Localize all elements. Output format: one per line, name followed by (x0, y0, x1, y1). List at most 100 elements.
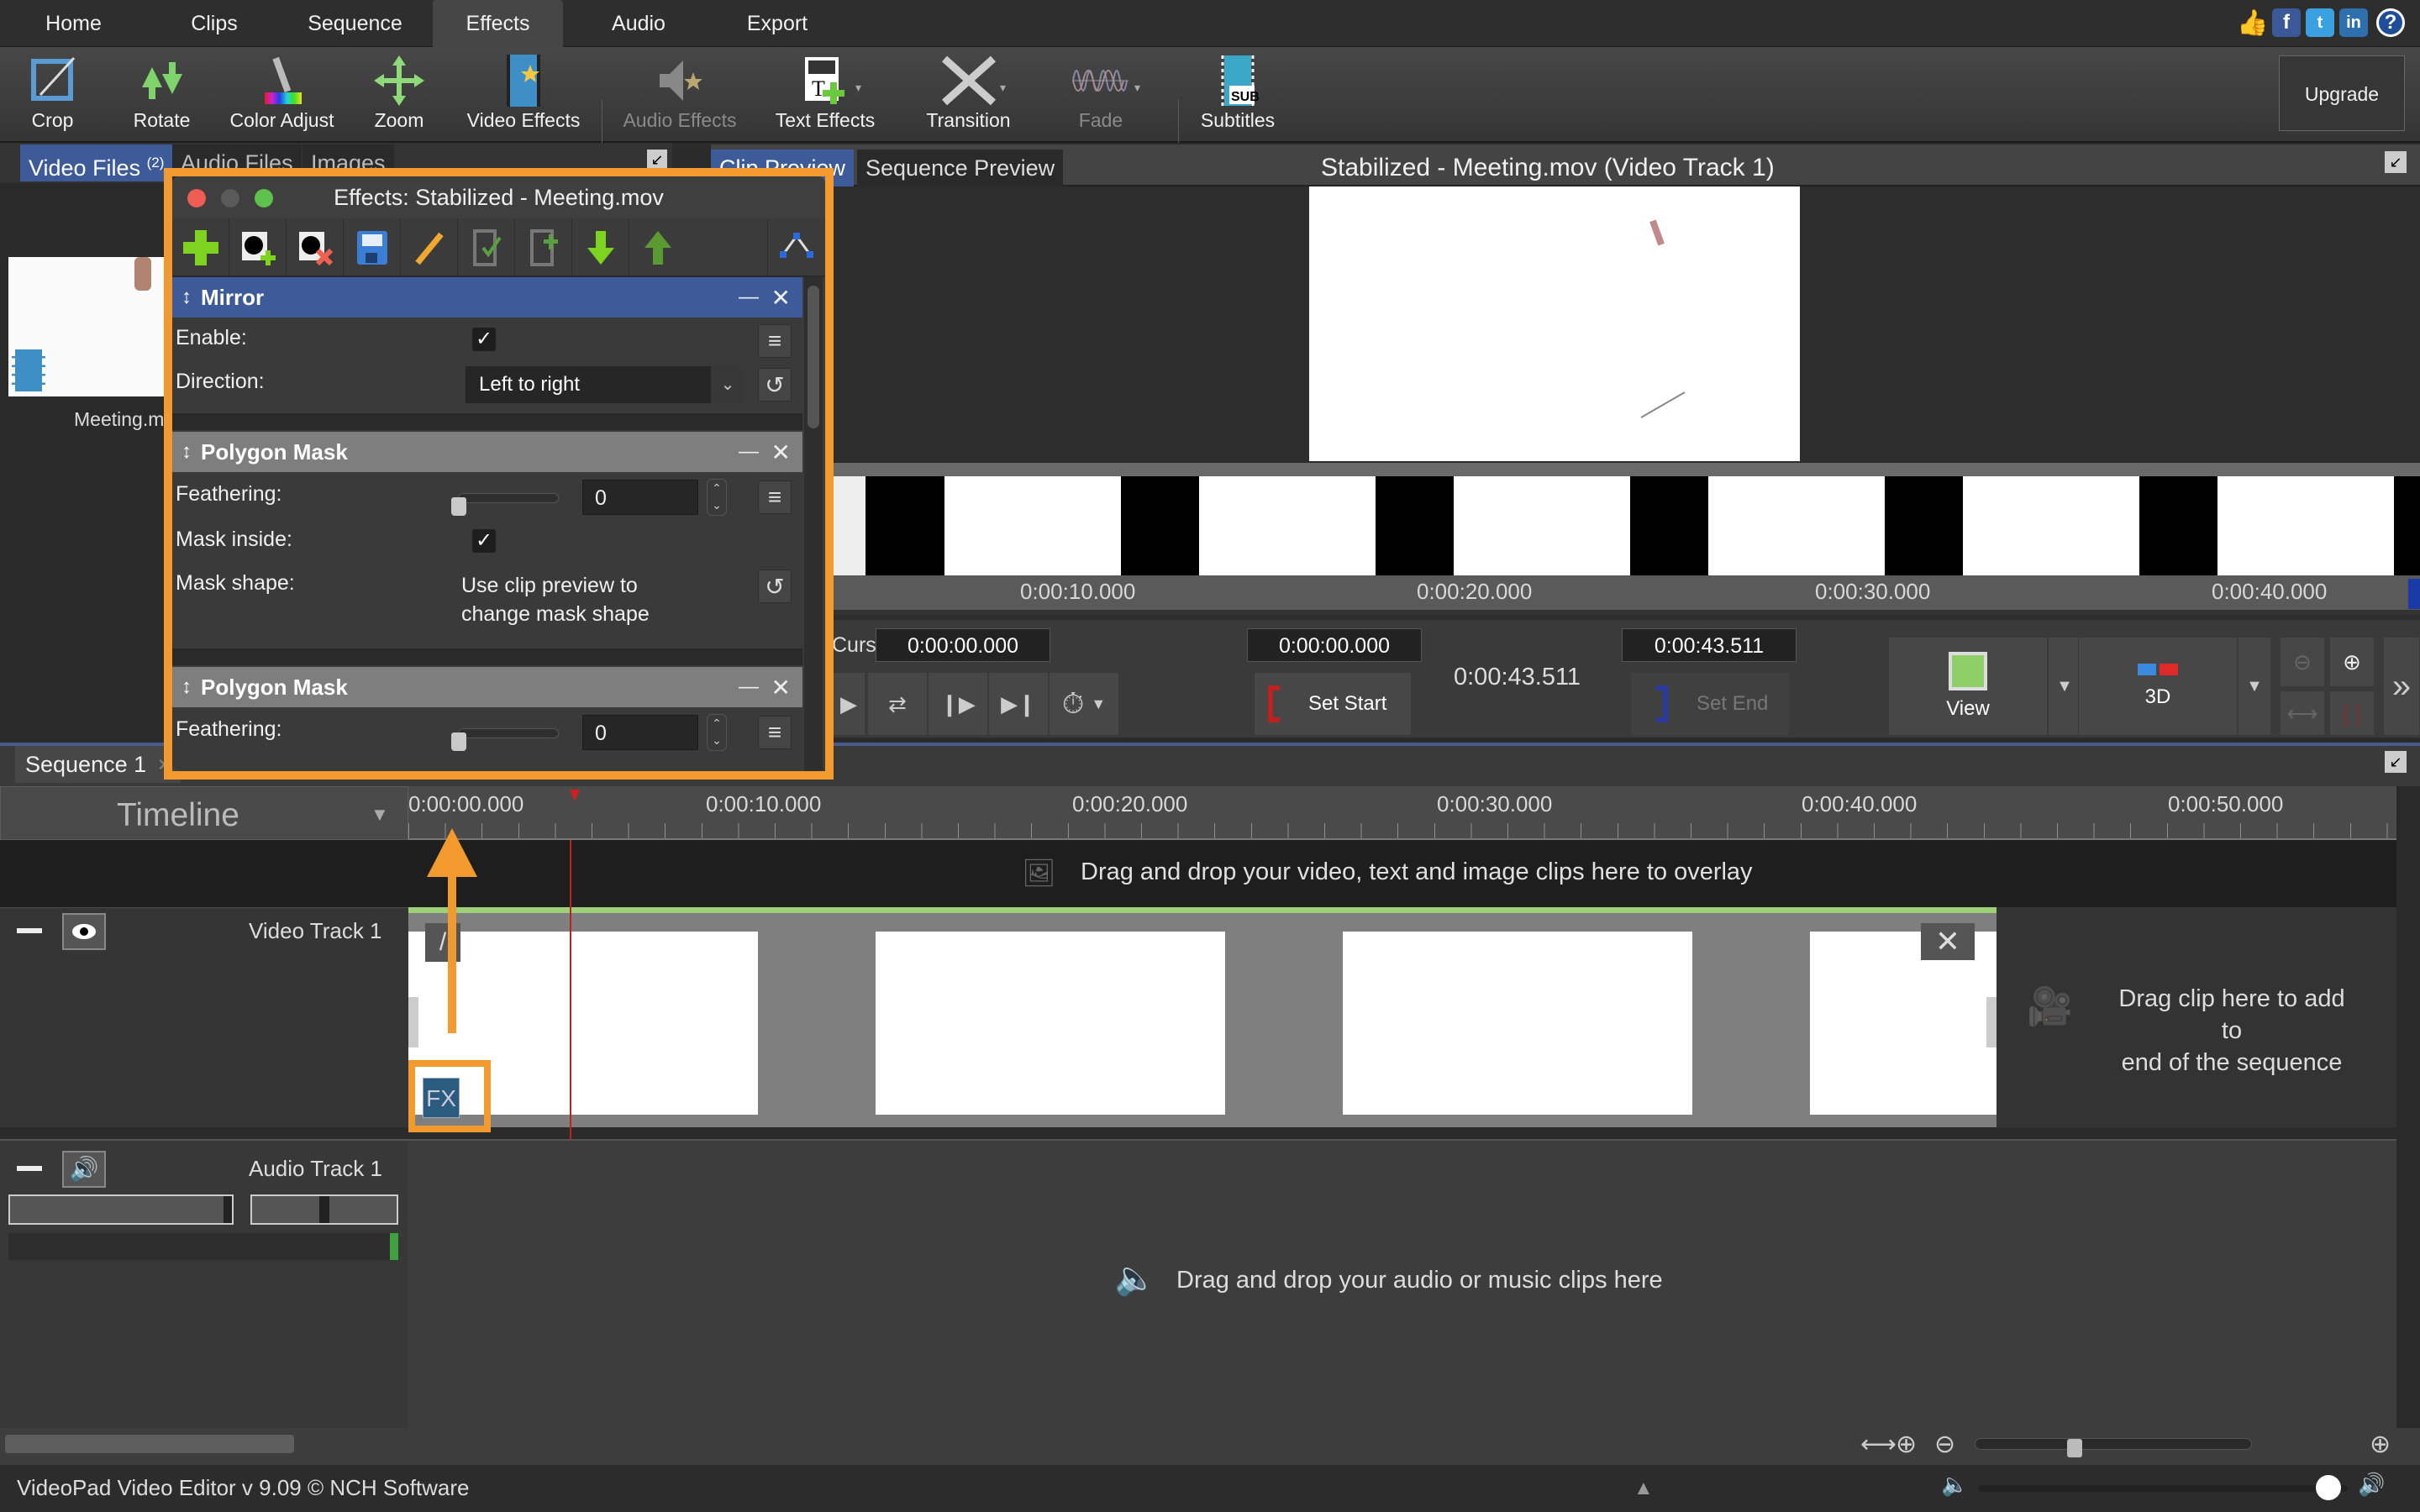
collapse-effect-icon[interactable]: — (739, 675, 759, 699)
undock-preview-icon[interactable]: ↙ (2385, 151, 2407, 173)
edit-effect-button[interactable] (401, 218, 458, 277)
clip-trim-handle-left[interactable] (408, 997, 418, 1047)
move-effect-down-button[interactable] (572, 218, 629, 277)
feathering-slider-thumb[interactable] (451, 732, 466, 751)
preview-ruler[interactable]: 0:00:10.000 0:00:20.000 0:00:30.000 0:00… (832, 575, 2420, 615)
save-effects-button[interactable] (344, 218, 401, 277)
effects-dialog-scrollbar[interactable] (804, 277, 823, 771)
end-marker[interactable] (2408, 579, 2420, 609)
collapse-effect-icon[interactable]: — (739, 286, 759, 309)
drag-handle-icon[interactable]: ↕ (172, 286, 201, 309)
3d-button[interactable]: 3D (2078, 637, 2238, 736)
feathering-slider[interactable] (458, 493, 559, 503)
feathering-slider-thumb[interactable] (451, 497, 466, 516)
transition-marker-icon[interactable]: ✕ (1921, 923, 1975, 960)
menu-tab-sequence[interactable]: Sequence (294, 0, 416, 47)
rotate-button[interactable]: Rotate (122, 52, 202, 139)
volume-slider[interactable] (8, 1194, 234, 1225)
pan-slider-thumb[interactable] (319, 1196, 329, 1223)
fit-width-button[interactable]: ⟷ (2280, 690, 2325, 736)
3d-dropdown[interactable]: ▼ (2238, 637, 2271, 736)
play-button[interactable]: ▶ (832, 672, 865, 736)
master-volume-thumb[interactable] (2315, 1475, 2341, 1500)
enable-checkbox[interactable]: ✓ (472, 328, 496, 351)
apply-to-clip-button[interactable] (458, 218, 515, 277)
timeline-zoom-slider[interactable] (1975, 1438, 2252, 1457)
collapse-audio-track-icon[interactable] (17, 1166, 42, 1171)
text-effects-dropdown-icon[interactable]: ▾ (855, 81, 861, 95)
menu-tab-home[interactable]: Home (17, 0, 130, 47)
loop-button[interactable]: ⇄ (867, 672, 928, 736)
end-time[interactable]: 0:00:43.511 (1622, 628, 1797, 662)
keyframe-button[interactable] (767, 218, 824, 277)
set-end-button[interactable]: Set End (1630, 672, 1790, 736)
effect-menu-button[interactable]: ≡ (758, 324, 792, 358)
start-time[interactable]: 0:00:00.000 (1247, 628, 1422, 662)
more-button[interactable]: » (2383, 637, 2420, 736)
effect-header-polygon-mask-2[interactable]: ↕ Polygon Mask — ✕ (172, 667, 802, 707)
remove-mask-button[interactable] (287, 218, 344, 277)
remove-effect-icon[interactable]: ✕ (771, 438, 791, 466)
transition-button[interactable]: Transition (912, 52, 1025, 139)
set-start-button[interactable]: Set Start (1254, 672, 1412, 736)
fit-selection-button[interactable]: [ ] (2329, 690, 2375, 736)
move-effect-up-button[interactable] (629, 218, 687, 277)
timeline-zoom-out-icon[interactable]: ⊖ (1934, 1430, 1955, 1459)
drag-handle-icon[interactable]: ↕ (172, 440, 201, 464)
close-window-button[interactable] (187, 189, 206, 207)
add-mask-button[interactable] (229, 218, 287, 277)
mask-inside-checkbox[interactable]: ✓ (472, 529, 496, 553)
effects-dialog-titlebar[interactable]: Effects: Stabilized - Meeting.mov (172, 176, 825, 218)
maximize-window-button[interactable] (255, 189, 273, 207)
effect-menu-button[interactable]: ≡ (758, 480, 792, 514)
video-effects-button[interactable]: Video Effects (460, 52, 587, 139)
fit-timeline-icon[interactable]: ⟷ (1860, 1430, 1897, 1459)
collapse-track-icon[interactable] (17, 928, 42, 933)
effects-dialog-scroll-thumb[interactable] (808, 286, 819, 428)
remove-effect-icon[interactable]: ✕ (771, 674, 791, 701)
effect-header-polygon-mask[interactable]: ↕ Polygon Mask — ✕ (172, 432, 802, 472)
cursor-time[interactable]: 0:00:00.000 (876, 628, 1050, 662)
feathering-stepper[interactable]: ⌃ ⌄ (707, 479, 727, 516)
facebook-icon[interactable]: f (2272, 8, 2301, 37)
fx-badge[interactable]: FX (423, 1078, 460, 1118)
speed-button[interactable]: ⏱ ▼ (1049, 672, 1119, 736)
crop-button[interactable]: Crop (17, 52, 88, 139)
mute-button[interactable]: 🔊 (62, 1151, 106, 1188)
like-icon[interactable]: 👍 (2237, 8, 2268, 37)
media-thumbnail[interactable] (8, 257, 168, 396)
zoom-button[interactable]: Zoom (361, 52, 437, 139)
drag-handle-icon[interactable]: ↕ (172, 675, 201, 699)
zoom-out-preview-button[interactable]: ⊖ (2280, 637, 2325, 687)
audio-effects-button[interactable]: Audio Effects (618, 52, 742, 139)
color-adjust-button[interactable]: Color Adjust (225, 52, 339, 139)
zoom-in-preview-button[interactable]: ⊕ (2329, 637, 2375, 687)
timeline-zoom-thumb[interactable] (2067, 1439, 2083, 1457)
transition-dropdown-icon[interactable]: ▾ (1000, 81, 1006, 95)
minimize-window-button[interactable] (221, 189, 239, 207)
audio-track-dropzone[interactable]: 🔈 Drag and drop your audio or music clip… (408, 1139, 2396, 1428)
upgrade-button[interactable]: Upgrade (2279, 55, 2405, 131)
timeline-ruler[interactable]: 0:00:00.000 0:00:10.000 0:00:20.000 0:00… (408, 786, 2396, 840)
help-icon[interactable]: ? (2376, 8, 2405, 37)
add-effect-button[interactable] (172, 218, 229, 277)
zoom-selection-icon[interactable]: ⊕ (1896, 1430, 1917, 1459)
tab-sequence-preview[interactable]: Sequence Preview (857, 150, 1064, 186)
video-clip[interactable]: / ✕ (408, 907, 1996, 1127)
menu-tab-audio[interactable]: Audio (588, 0, 689, 47)
expand-up-icon[interactable]: ▲ (1634, 1477, 1654, 1500)
undock-icon[interactable]: ↙ (647, 150, 667, 170)
text-effects-button[interactable]: T Text Effects (766, 52, 884, 139)
reset-mask-shape-button[interactable]: ↺ (758, 570, 792, 603)
sequence-tab[interactable]: Sequence 1 × (15, 746, 182, 783)
timeline-vertical-scrollbar[interactable] (2396, 786, 2420, 1428)
feathering-input[interactable]: 0 (582, 480, 698, 515)
clip-trim-handle-right[interactable] (1986, 997, 1996, 1047)
fade-dropdown-icon[interactable]: ▾ (1134, 81, 1140, 95)
collapse-effect-icon[interactable]: — (739, 440, 759, 464)
undock-timeline-icon[interactable]: ↙ (2385, 751, 2407, 773)
next-frame-button[interactable]: ❙▶ (928, 672, 988, 736)
add-to-clip-button[interactable] (515, 218, 572, 277)
timeline-horizontal-scrollbar[interactable] (5, 1435, 294, 1453)
menu-tab-clips[interactable]: Clips (160, 0, 269, 47)
